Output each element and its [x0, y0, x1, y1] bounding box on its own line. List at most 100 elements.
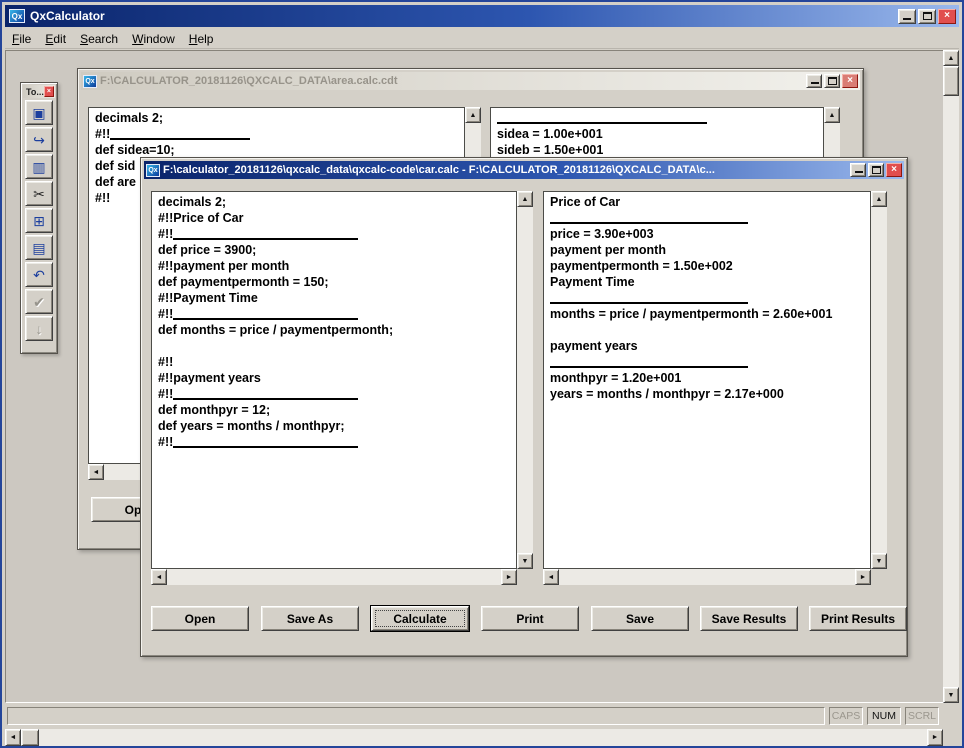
status-bar: CAPS NUM SCRL — [5, 703, 959, 729]
apply-icon: ✔ — [33, 293, 45, 310]
tool-apply-button[interactable]: ✔ — [25, 289, 53, 314]
notes-icon: ▤ — [32, 239, 46, 256]
tool-app-button[interactable]: ▣ — [25, 100, 53, 125]
vertical-scroll-thumb[interactable] — [943, 66, 959, 96]
open-button[interactable]: Open — [151, 606, 249, 631]
bg-close-button[interactable]: × — [842, 74, 858, 88]
undo-icon: ↶ — [33, 266, 45, 283]
text-line: def paymentpermonth = 150; — [158, 275, 329, 289]
text-line: #!! — [95, 126, 464, 142]
tool-open-button[interactable]: ↪ — [25, 127, 53, 152]
scroll-up-button[interactable]: ▲ — [465, 107, 481, 123]
scroll-right-button[interactable]: ► — [855, 569, 871, 585]
save-results-button-label: Save Results — [711, 611, 787, 626]
scroll-down-button[interactable]: ▼ — [871, 553, 887, 569]
bg-child-titlebar[interactable]: Qx F:\CALCULATOR_20181126\QXCALC_DATA\ar… — [81, 72, 860, 90]
fg-minimize-button[interactable] — [850, 163, 866, 177]
open-button-label: Open — [184, 611, 216, 626]
horizontal-rule — [173, 436, 359, 448]
scroll-right-button[interactable]: ► — [927, 729, 943, 746]
text-line: def sidea=10; — [95, 143, 175, 157]
scroll-left-button[interactable]: ◄ — [5, 729, 21, 746]
menu-file[interactable]: File — [5, 30, 38, 48]
horizontal-scroll-thumb[interactable] — [21, 729, 39, 746]
tool-cut-button[interactable]: ✂ — [25, 181, 53, 206]
scroll-up-button[interactable]: ▲ — [943, 50, 959, 66]
fg-code-horizontal-scrollbar[interactable]: ◄ ► — [151, 569, 517, 585]
text-line: #!! — [158, 386, 516, 402]
text-line: months = price / paymentpermonth = 2.60e… — [550, 307, 833, 321]
menu-bar: File Edit Search Window Help — [5, 30, 959, 49]
toolbox-palette[interactable]: To... × ▣ ↪ ▥ ✂ ⊞ ▤ ↶ ✔ ↓ — [20, 82, 58, 354]
fg-child-titlebar[interactable]: Qx F:\calculator_20181126\qxcalc_data\qx… — [144, 161, 904, 179]
tool-copy-button[interactable]: ▥ — [25, 154, 53, 179]
text-line — [550, 210, 870, 226]
workspace-horizontal-scrollbar[interactable]: ◄ ► — [5, 729, 959, 746]
horizontal-rule — [497, 112, 707, 124]
fg-code-vertical-scrollbar[interactable]: ▲ ▼ — [517, 191, 533, 569]
fg-results-horizontal-scrollbar[interactable]: ◄ ► — [543, 569, 871, 585]
print-button-label: Print — [516, 611, 544, 626]
toolbox-close-button[interactable]: × — [43, 86, 54, 97]
main-titlebar[interactable]: Qx QxCalculator × — [5, 5, 959, 27]
fg-results-view[interactable]: Price of Car price = 3.90e+003 payment per… — [543, 191, 871, 569]
scroll-left-button[interactable]: ◄ — [151, 569, 167, 585]
save-results-button[interactable]: Save Results — [700, 606, 798, 631]
toolbox-titlebar[interactable]: To... × — [23, 85, 55, 98]
document-window-car-calc[interactable]: Qx F:\calculator_20181126\qxcalc_data\qx… — [140, 157, 908, 657]
status-message-panel — [7, 707, 825, 725]
scroll-left-button[interactable]: ◄ — [88, 464, 104, 480]
save-as-button[interactable]: Save As — [261, 606, 359, 631]
menu-search[interactable]: Search — [73, 30, 125, 48]
close-button[interactable]: × — [938, 8, 956, 24]
fg-maximize-icon — [871, 166, 881, 174]
horizontal-rule — [550, 356, 748, 368]
scroll-up-button[interactable]: ▲ — [517, 191, 533, 207]
tool-down-button[interactable]: ↓ — [25, 316, 53, 341]
print-results-button[interactable]: Print Results — [809, 606, 907, 631]
menu-help[interactable]: Help — [182, 30, 221, 48]
fg-close-button[interactable]: × — [886, 163, 902, 177]
fg-document-icon: Qx — [146, 163, 160, 177]
text-line: years = months / monthpyr = 2.17e+000 — [550, 387, 784, 401]
text-line — [550, 290, 870, 306]
maximize-button[interactable] — [918, 8, 936, 24]
fg-results-vertical-scrollbar[interactable]: ▲ ▼ — [871, 191, 887, 569]
text-line: def monthpyr = 12; — [158, 403, 271, 417]
down-icon: ↓ — [35, 320, 43, 337]
tool-paste-button[interactable]: ⊞ — [25, 208, 53, 233]
save-button-label: Save — [625, 611, 655, 626]
text-line: payment per month — [550, 243, 666, 257]
print-button[interactable]: Print — [481, 606, 579, 631]
toolbox-close-icon: × — [46, 88, 51, 95]
scroll-right-button[interactable]: ► — [501, 569, 517, 585]
scroll-left-button[interactable]: ◄ — [543, 569, 559, 585]
minimize-button[interactable] — [898, 8, 916, 24]
scroll-up-button[interactable]: ▲ — [824, 107, 840, 123]
tool-undo-button[interactable]: ↶ — [25, 262, 53, 287]
fg-window-controls: × — [850, 163, 902, 177]
text-line — [158, 338, 516, 354]
fg-results-pane-group: Price of Car price = 3.90e+003 payment per… — [543, 191, 887, 585]
text-line: Payment Time — [550, 275, 635, 289]
app-logo-icon: Qx — [9, 9, 25, 23]
save-button[interactable]: Save — [591, 606, 689, 631]
menu-edit[interactable]: Edit — [38, 30, 73, 48]
scroll-down-button[interactable]: ▼ — [943, 687, 959, 703]
tool-notes-button[interactable]: ▤ — [25, 235, 53, 260]
fg-code-editor[interactable]: decimals 2; #!!Price of Car #!! def price =… — [151, 191, 517, 569]
menu-window[interactable]: Window — [125, 30, 182, 48]
text-line: def price = 3900; — [158, 243, 257, 257]
app-logo-text: Qx — [11, 11, 23, 21]
text-line: #!!payment years — [158, 371, 261, 385]
bg-maximize-button[interactable] — [824, 74, 840, 88]
fg-maximize-button[interactable] — [868, 163, 884, 177]
bg-minimize-button[interactable] — [806, 74, 822, 88]
scroll-up-button[interactable]: ▲ — [871, 191, 887, 207]
calculate-button[interactable]: Calculate — [371, 606, 469, 631]
print-results-button-label: Print Results — [820, 611, 895, 626]
workspace-vertical-scrollbar[interactable]: ▲ ▼ — [943, 50, 959, 703]
scroll-down-button[interactable]: ▼ — [517, 553, 533, 569]
main-window-title: QxCalculator — [30, 9, 105, 23]
text-line: decimals 2; — [158, 195, 227, 209]
